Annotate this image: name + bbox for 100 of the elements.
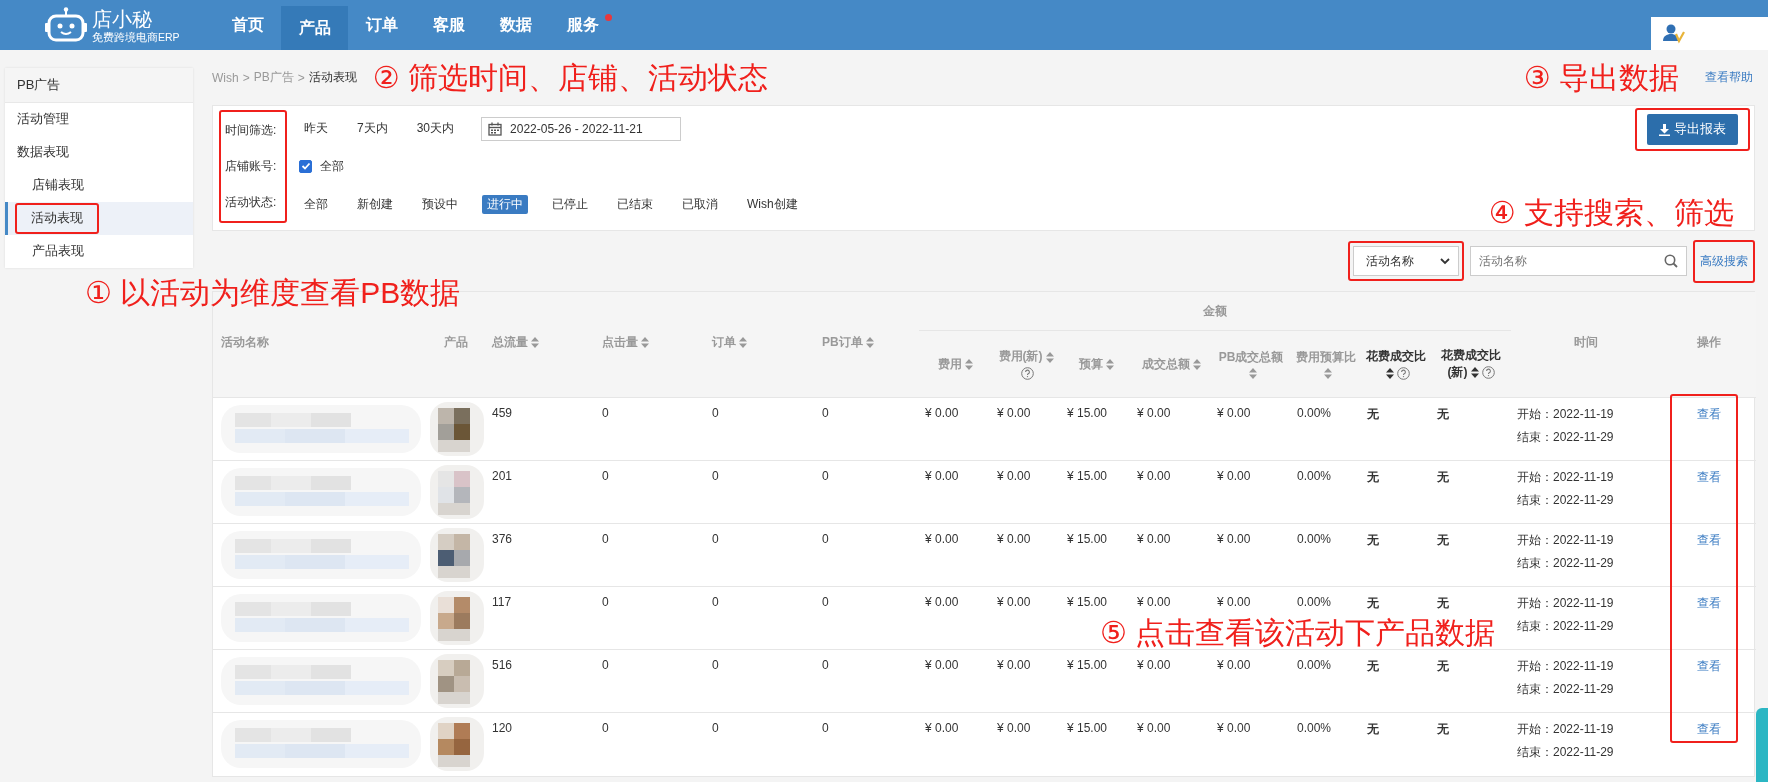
table-cell: ¥ 0.00	[925, 406, 959, 420]
table-cell: 无	[1367, 533, 1379, 547]
table-cell: 0.00%	[1297, 721, 1332, 735]
table-cell: 459	[492, 406, 513, 420]
table-cell: 无	[1437, 407, 1449, 421]
table-cell: 0	[712, 532, 719, 546]
annotation-text: ③ 导出数据	[1523, 60, 1679, 95]
table-cell: 0	[602, 721, 609, 735]
table-cell: ¥ 0.00	[1217, 595, 1251, 609]
sidebar-title: PB广告	[5, 68, 193, 103]
sidebar-item[interactable]: 数据表现	[5, 136, 193, 169]
table-cell: 0	[602, 406, 609, 420]
column-header[interactable]: 总流量	[492, 334, 539, 351]
sidebar-item[interactable]: 活动管理	[5, 103, 193, 136]
filter-option[interactable]: 已结束	[612, 194, 658, 214]
table-cell: ¥ 0.00	[925, 532, 959, 546]
breadcrumb-separator: >	[297, 70, 305, 85]
table-cell: 无	[1437, 722, 1449, 736]
filter-option[interactable]: 进行中	[482, 194, 528, 214]
filter-option[interactable]: 昨天	[299, 119, 333, 139]
sort-icon[interactable]	[1470, 367, 1479, 379]
nav-tab[interactable]: 服务	[549, 0, 616, 50]
column-header[interactable]: PB订单	[822, 334, 874, 351]
search-icon[interactable]	[1664, 254, 1678, 268]
filter-label: 店铺账号:	[225, 158, 278, 175]
table-cell: 0	[822, 532, 829, 546]
column-header: 活动名称	[221, 334, 269, 351]
view-link[interactable]: 查看	[1696, 533, 1721, 547]
nav-tab[interactable]: 订单	[348, 0, 415, 50]
help-icon[interactable]	[1021, 366, 1034, 380]
table-cell: ¥ 0.00	[1137, 406, 1171, 420]
column-header[interactable]: 点击量	[602, 334, 649, 351]
table-cell: ¥ 0.00	[997, 721, 1031, 735]
table-cell: ¥ 0.00	[1137, 532, 1171, 546]
filter-option[interactable]: 预设中	[417, 194, 463, 214]
table-cell: ¥ 0.00	[1217, 406, 1251, 420]
download-icon	[1659, 123, 1670, 136]
help-link[interactable]: 查看帮助	[1705, 69, 1753, 86]
search-field[interactable]: 活动名称	[1470, 246, 1687, 276]
table-cell: ¥ 0.00	[1217, 658, 1251, 672]
sidebar-item[interactable]: 活动表现	[5, 202, 193, 235]
calendar-icon	[488, 121, 503, 136]
table-cell: ¥ 0.00	[997, 469, 1031, 483]
table-cell: 0	[712, 658, 719, 672]
table-cell: 无	[1367, 596, 1379, 610]
breadcrumb-item[interactable]: Wish	[212, 70, 239, 85]
start-date: 开始：2022-11-19	[1517, 658, 1615, 675]
robot-icon	[44, 7, 88, 43]
export-button[interactable]: 导出报表	[1647, 114, 1738, 145]
table-cell: 0	[712, 469, 719, 483]
date-range-field[interactable]: 2022-05-26 - 2022-11-21	[481, 116, 682, 141]
search-type-select[interactable]: 活动名称	[1353, 246, 1459, 276]
end-date: 结束：2022-11-29	[1517, 492, 1615, 509]
start-date: 开始：2022-11-19	[1517, 721, 1615, 738]
start-date: 开始：2022-11-19	[1517, 595, 1615, 612]
table-cell: 0	[712, 595, 719, 609]
table-cell: 0	[602, 658, 609, 672]
table-cell: 0	[602, 469, 609, 483]
filter-option[interactable]: 全部	[299, 194, 333, 214]
nav-tab[interactable]: 数据	[482, 0, 549, 50]
sidebar-item[interactable]: 店铺表现	[5, 169, 193, 202]
breadcrumb-item[interactable]: PB广告	[253, 69, 294, 86]
table-cell: 无	[1367, 722, 1379, 736]
nav-tab[interactable]: 产品	[281, 6, 348, 50]
view-link[interactable]: 查看	[1696, 722, 1721, 736]
filter-option[interactable]: 30天内	[411, 119, 460, 139]
checkbox-label[interactable]: 全部	[320, 158, 344, 175]
table-cell: ¥ 15.00	[1067, 721, 1108, 735]
filter-option[interactable]: 新创建	[352, 194, 398, 214]
end-date: 结束：2022-11-29	[1517, 744, 1615, 761]
date-range-value: 2022-05-26 - 2022-11-21	[510, 121, 643, 136]
checkbox[interactable]	[299, 160, 312, 173]
user-menu[interactable]	[1651, 17, 1768, 50]
filter-option[interactable]: 已取消	[677, 194, 723, 214]
nav-tab[interactable]: 客服	[415, 0, 482, 50]
view-link[interactable]: 查看	[1696, 470, 1721, 484]
column-header[interactable]: 订单	[712, 334, 747, 351]
start-date: 开始：2022-11-19	[1517, 469, 1615, 486]
sidebar-item[interactable]: 产品表现	[5, 235, 193, 268]
breadcrumb-separator: >	[242, 70, 250, 85]
filter-label: 活动状态:	[225, 194, 278, 212]
filter-option[interactable]: Wish创建	[742, 194, 803, 214]
view-link[interactable]: 查看	[1696, 407, 1721, 421]
logo-tagline: 免费跨境电商ERP	[92, 30, 180, 43]
view-link[interactable]: 查看	[1696, 596, 1721, 610]
sidebar-label: 店铺表现	[32, 177, 84, 194]
nav-tab[interactable]: 首页	[214, 0, 281, 50]
column-header[interactable]: 成交总额	[1141, 355, 1201, 373]
filter-option[interactable]: 7天内	[352, 119, 393, 139]
table-cell: ¥ 0.00	[1137, 595, 1171, 609]
table-cell: 0.00%	[1297, 595, 1332, 609]
column-header[interactable]: 预算	[1078, 355, 1114, 373]
sort-icon[interactable]	[1385, 367, 1394, 379]
filter-option[interactable]: 已停止	[547, 194, 593, 214]
view-link[interactable]: 查看	[1696, 659, 1721, 673]
table-cell: 0	[822, 721, 829, 735]
column-header[interactable]: 费用	[937, 355, 973, 373]
table-cell: 0	[712, 721, 719, 735]
table-cell: ¥ 0.00	[1217, 721, 1251, 735]
advanced-search-link[interactable]: 高级搜索	[1698, 244, 1750, 278]
